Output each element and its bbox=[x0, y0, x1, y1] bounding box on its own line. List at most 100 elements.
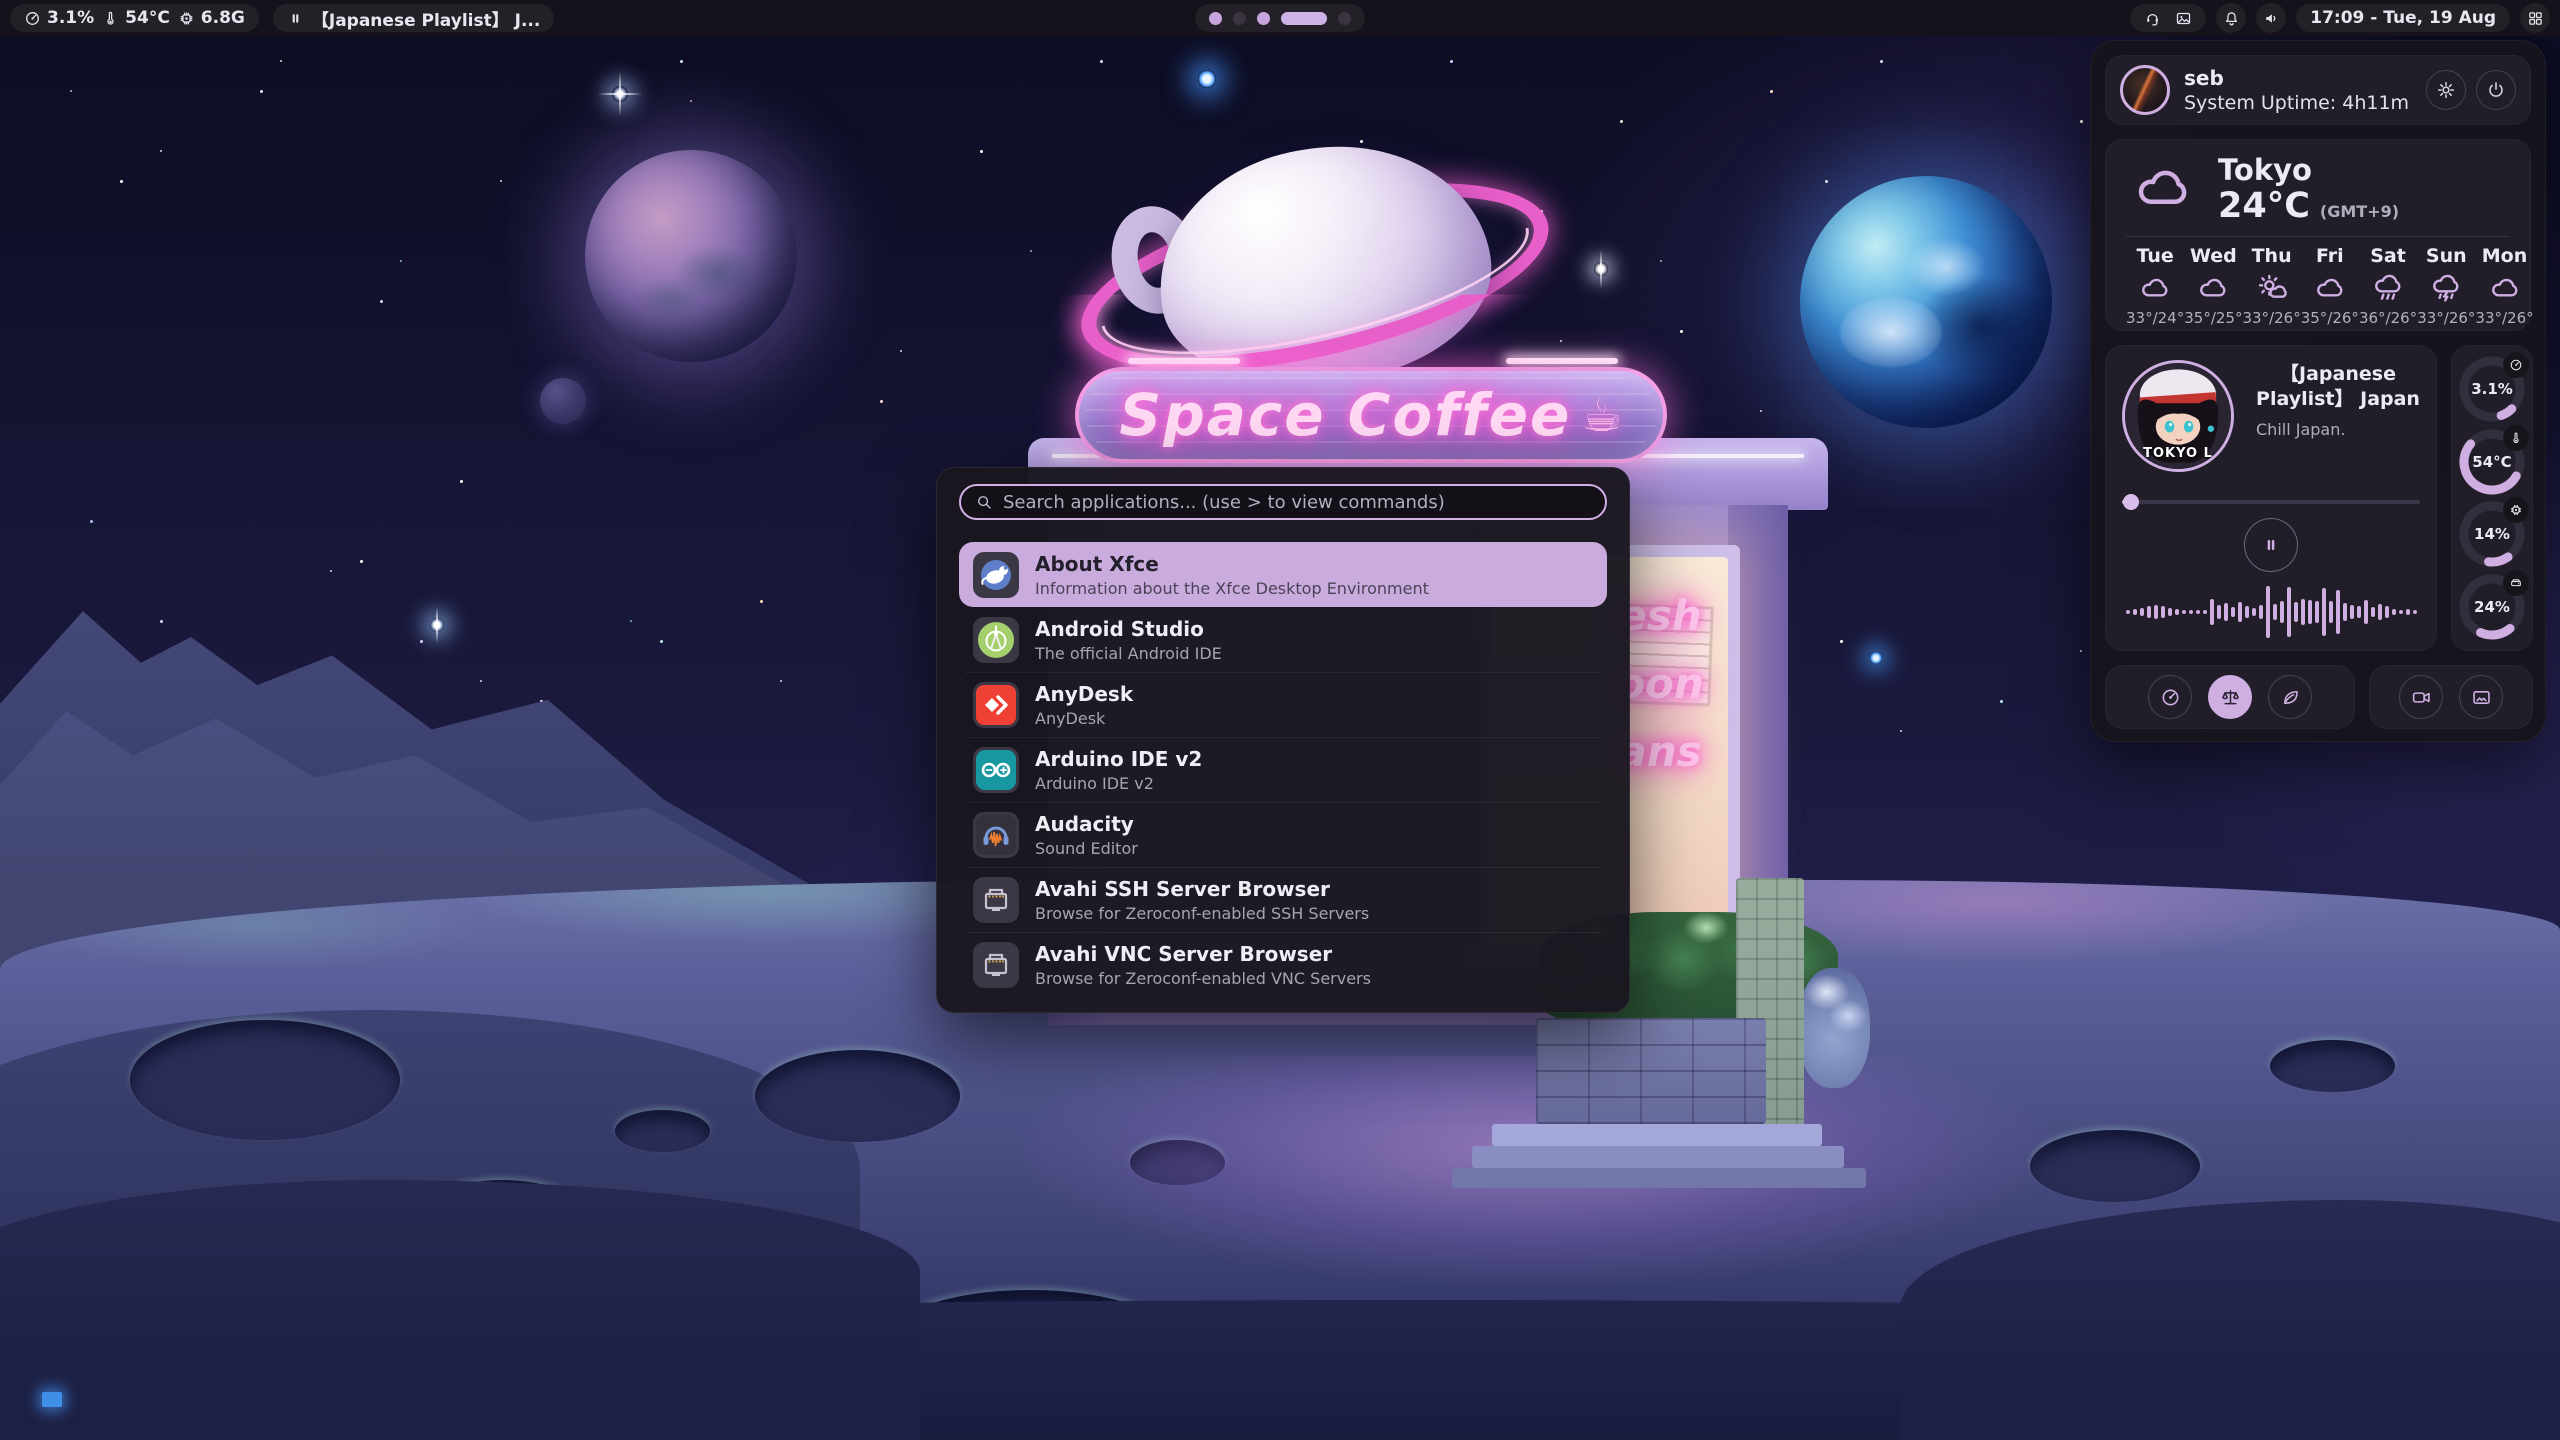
launcher-result-row[interactable]: Avahi SSH Server Browser Browse for Zero… bbox=[959, 867, 1607, 932]
gear-icon bbox=[2436, 80, 2456, 100]
app-subtitle: The official Android IDE bbox=[1035, 644, 1222, 663]
app-title: About Xfce bbox=[1035, 552, 1429, 576]
cafe-brick-planter bbox=[1536, 1018, 1766, 1124]
capture-card bbox=[2369, 665, 2533, 729]
app-title: Avahi VNC Server Browser bbox=[1035, 942, 1371, 966]
screenshot-button[interactable] bbox=[2459, 675, 2503, 719]
network-icon bbox=[973, 877, 1019, 923]
app-grid-button[interactable] bbox=[2520, 3, 2550, 33]
audacity-icon bbox=[973, 812, 1019, 858]
weather-temperature: 24°C bbox=[2218, 186, 2310, 226]
workspace-dot-active[interactable] bbox=[1281, 12, 1327, 25]
weather-timezone: (GMT+9) bbox=[2320, 202, 2399, 221]
album-art: TOKYO L bbox=[2122, 360, 2234, 472]
forecast-day: Tue 33°/24° bbox=[2126, 245, 2184, 327]
forecast-temps: 35°/25° bbox=[2184, 309, 2242, 327]
balanced-button[interactable] bbox=[2208, 675, 2252, 719]
cpu-value: 3.1% bbox=[47, 8, 94, 28]
now-playing-label: 【Japanese Playlist】 J... bbox=[312, 6, 540, 31]
music-player-card: TOKYO L 【Japanese Playlist】 Japan All Ni… bbox=[2105, 345, 2437, 651]
app-subtitle: Arduino IDE v2 bbox=[1035, 774, 1202, 793]
cloud-icon bbox=[2314, 271, 2346, 305]
app-subtitle: AnyDesk bbox=[1035, 709, 1133, 728]
seek-knob[interactable] bbox=[2123, 494, 2139, 510]
forecast-temps: 35°/26° bbox=[2301, 309, 2359, 327]
search-bar[interactable] bbox=[959, 484, 1607, 520]
memory-stat: 6.8G bbox=[178, 8, 245, 28]
cafe-step bbox=[1472, 1146, 1844, 1168]
arduino-icon bbox=[973, 747, 1019, 793]
settings-button[interactable] bbox=[2426, 70, 2466, 110]
workspace-dot-empty[interactable] bbox=[1338, 12, 1351, 25]
forecast-day: Sat 36°/26° bbox=[2359, 245, 2417, 327]
forecast-day-label: Wed bbox=[2190, 245, 2237, 267]
now-playing-pill[interactable]: 【Japanese Playlist】 J... bbox=[273, 4, 554, 32]
weather-city: Tokyo bbox=[2218, 154, 2399, 186]
system-gauge: 54°C bbox=[2457, 427, 2527, 497]
search-results-list: About Xfce Information about the Xfce De… bbox=[959, 542, 1607, 997]
track-title: 【Japanese Playlist】 Japan All Night - To… bbox=[2256, 362, 2420, 412]
forecast-day-label: Fri bbox=[2316, 245, 2344, 267]
temp-stat: 54°C bbox=[102, 8, 170, 28]
launcher-result-row[interactable]: Avahi VNC Server Browser Browse for Zero… bbox=[959, 932, 1607, 997]
app-launcher: About Xfce Information about the Xfce De… bbox=[936, 467, 1630, 1013]
power-icon bbox=[2486, 80, 2506, 100]
forecast-day: Fri 35°/26° bbox=[2301, 245, 2359, 327]
launcher-result-row[interactable]: Audacity Sound Editor bbox=[959, 802, 1607, 867]
app-title: Avahi SSH Server Browser bbox=[1035, 877, 1369, 901]
forecast-day: Thu 33°/26° bbox=[2242, 245, 2300, 327]
forecast-temps: 33°/26° bbox=[2242, 309, 2300, 327]
clock-label: 17:09 - Tue, 19 Aug bbox=[2310, 8, 2496, 28]
launcher-result-row[interactable]: AnyDesk AnyDesk bbox=[959, 672, 1607, 737]
workspace-dot-occupied[interactable] bbox=[1257, 12, 1270, 25]
app-subtitle: Browse for Zeroconf-enabled SSH Servers bbox=[1035, 904, 1369, 923]
app-subtitle: Sound Editor bbox=[1035, 839, 1138, 858]
screen-record-button[interactable] bbox=[2399, 675, 2443, 719]
forecast-day: Sun 33°/26° bbox=[2417, 245, 2475, 327]
memory-value: 6.8G bbox=[201, 8, 245, 28]
volume-button[interactable] bbox=[2256, 3, 2286, 33]
workspace-switcher bbox=[1195, 4, 1365, 32]
speaker-icon bbox=[2263, 10, 2280, 27]
pause-icon bbox=[287, 10, 304, 27]
workspace-dot-empty[interactable] bbox=[1233, 12, 1246, 25]
cafe-step bbox=[1492, 1124, 1822, 1146]
workspace-dot-occupied[interactable] bbox=[1209, 12, 1222, 25]
forecast-temps: 36°/26° bbox=[2359, 309, 2417, 327]
play-pause-button[interactable] bbox=[2244, 518, 2298, 572]
seek-slider[interactable] bbox=[2122, 494, 2420, 510]
user-card: seb System Uptime: 4h11m bbox=[2105, 55, 2531, 125]
performance-button[interactable] bbox=[2148, 675, 2192, 719]
app-title: Audacity bbox=[1035, 812, 1138, 836]
cloud-icon bbox=[2126, 158, 2200, 222]
notifications-button[interactable] bbox=[2216, 3, 2246, 33]
power-saver-button[interactable] bbox=[2268, 675, 2312, 719]
headset-icon[interactable] bbox=[2144, 10, 2161, 27]
launcher-result-row[interactable]: About Xfce Information about the Xfce De… bbox=[959, 542, 1607, 607]
pause-icon bbox=[2261, 535, 2281, 555]
track-artist: Chill Japan. bbox=[2256, 420, 2420, 439]
power-profile-card bbox=[2105, 665, 2355, 729]
thermometer-icon bbox=[2503, 425, 2529, 451]
system-gauge: 24% bbox=[2457, 572, 2527, 642]
system-stats-pill: 3.1% 54°C 6.8G bbox=[10, 4, 259, 32]
forecast-day-label: Sun bbox=[2426, 245, 2467, 267]
launcher-result-row[interactable]: Arduino IDE v2 Arduino IDE v2 bbox=[959, 737, 1607, 802]
app-subtitle: Information about the Xfce Desktop Envir… bbox=[1035, 579, 1429, 598]
cloud-icon bbox=[2197, 271, 2229, 305]
gauge-icon bbox=[24, 10, 41, 27]
search-input[interactable] bbox=[1003, 492, 1591, 513]
launcher-result-row[interactable]: Android Studio The official Android IDE bbox=[959, 607, 1607, 672]
cafe-step bbox=[1452, 1168, 1866, 1188]
forecast-temps: 33°/24° bbox=[2126, 309, 2184, 327]
picture-icon[interactable] bbox=[2175, 10, 2192, 27]
forecast-temps: 33°/26° bbox=[2417, 309, 2475, 327]
clock-pill[interactable]: 17:09 - Tue, 19 Aug bbox=[2296, 4, 2510, 32]
bell-icon bbox=[2223, 10, 2240, 27]
xfce-icon bbox=[973, 552, 1019, 598]
system-uptime: System Uptime: 4h11m bbox=[2184, 92, 2409, 114]
app-title: AnyDesk bbox=[1035, 682, 1133, 706]
power-button[interactable] bbox=[2476, 70, 2516, 110]
forecast-day-label: Tue bbox=[2136, 245, 2173, 267]
widget-panel: seb System Uptime: 4h11m Tokyo 24°C bbox=[2090, 40, 2546, 742]
